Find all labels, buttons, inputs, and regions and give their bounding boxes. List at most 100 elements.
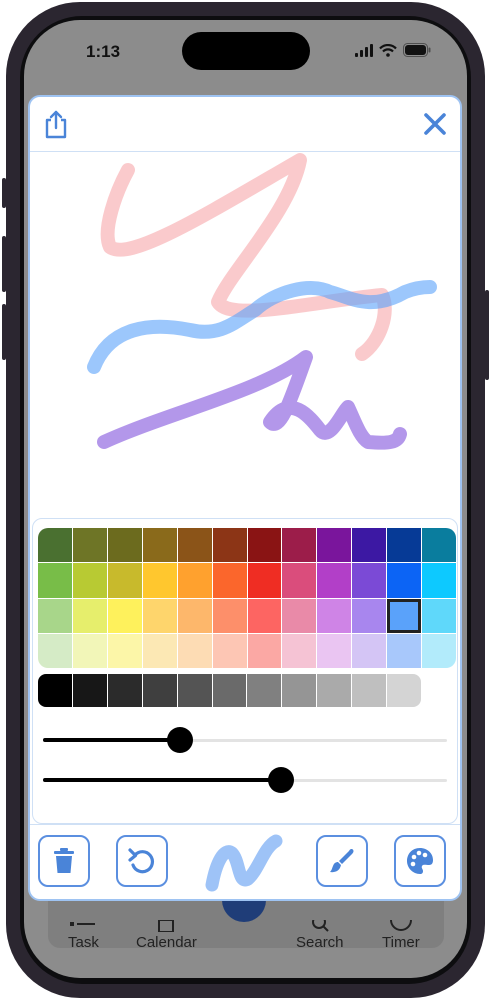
color-swatch[interactable] xyxy=(352,598,387,633)
brush-button[interactable] xyxy=(316,835,368,887)
color-swatch[interactable] xyxy=(387,633,422,668)
drawing-sheet xyxy=(28,95,462,901)
palette-icon xyxy=(407,848,433,874)
color-swatch[interactable] xyxy=(107,528,142,563)
drawing-header xyxy=(30,97,460,152)
timer-icon xyxy=(389,920,412,931)
color-swatch[interactable] xyxy=(142,633,177,668)
slider-fill xyxy=(43,738,181,742)
color-swatch[interactable] xyxy=(317,633,352,668)
color-swatch[interactable] xyxy=(177,528,212,563)
palette-button[interactable] xyxy=(394,835,446,887)
wifi-icon xyxy=(379,43,397,57)
color-swatch[interactable] xyxy=(107,633,142,668)
background-tab-timer: Timer xyxy=(382,920,420,951)
color-swatch[interactable] xyxy=(212,598,247,633)
dynamic-island xyxy=(182,32,310,70)
stroke-purple xyxy=(97,350,407,450)
background-tab-search: Search xyxy=(296,920,344,951)
undo-button[interactable] xyxy=(116,835,168,887)
color-swatch[interactable] xyxy=(212,528,247,563)
battery-icon xyxy=(403,43,431,57)
color-swatch[interactable] xyxy=(107,563,142,598)
color-swatch[interactable] xyxy=(212,563,247,598)
color-swatch[interactable] xyxy=(38,598,72,633)
share-button[interactable] xyxy=(42,109,70,139)
color-swatch[interactable] xyxy=(72,598,107,633)
close-button[interactable] xyxy=(422,111,448,137)
color-swatch[interactable] xyxy=(72,563,107,598)
color-swatch[interactable] xyxy=(72,633,107,668)
color-swatch[interactable] xyxy=(422,633,456,668)
color-swatch[interactable] xyxy=(282,633,317,668)
gray-swatch[interactable] xyxy=(352,674,387,707)
background-tab-task: Task xyxy=(68,920,99,951)
color-swatch[interactable] xyxy=(317,563,352,598)
drawing-toolbar xyxy=(30,824,460,899)
color-swatch[interactable] xyxy=(38,528,72,563)
slider-thumb[interactable] xyxy=(167,727,194,753)
drawing-canvas[interactable] xyxy=(30,152,460,518)
color-swatch[interactable] xyxy=(177,598,212,633)
color-swatch[interactable] xyxy=(38,633,72,668)
gray-swatch[interactable] xyxy=(212,674,247,707)
gray-swatches xyxy=(38,674,421,707)
status-time: 1:13 xyxy=(86,42,121,61)
color-swatch[interactable] xyxy=(352,528,387,563)
gray-swatch[interactable] xyxy=(142,674,177,707)
color-swatch[interactable] xyxy=(422,598,456,633)
color-swatch[interactable] xyxy=(282,598,317,633)
color-swatch[interactable] xyxy=(247,528,282,563)
gray-swatch[interactable] xyxy=(177,674,212,707)
gray-swatch[interactable] xyxy=(247,674,282,707)
power-button xyxy=(485,290,489,380)
stroke-width-slider[interactable] xyxy=(43,725,447,755)
gray-swatch[interactable] xyxy=(107,674,142,707)
task-icon xyxy=(70,922,96,926)
color-swatch[interactable] xyxy=(38,563,72,598)
color-swatch[interactable] xyxy=(282,563,317,598)
color-swatch[interactable] xyxy=(72,528,107,563)
color-swatch[interactable] xyxy=(282,528,317,563)
background-tab-label: Calendar xyxy=(136,934,197,951)
gray-swatch[interactable] xyxy=(317,674,352,707)
color-swatch[interactable] xyxy=(107,598,142,633)
color-swatch[interactable] xyxy=(422,528,456,563)
color-swatch[interactable] xyxy=(317,598,352,633)
status-bar: 1:13 xyxy=(24,20,467,84)
gray-swatch[interactable] xyxy=(38,674,72,707)
color-swatch-selected[interactable] xyxy=(387,598,422,633)
slider-thumb[interactable] xyxy=(268,767,295,793)
background-tab-calendar: Calendar xyxy=(136,920,197,951)
color-swatch[interactable] xyxy=(422,563,456,598)
color-swatch[interactable] xyxy=(387,563,422,598)
opacity-slider[interactable] xyxy=(43,765,447,795)
color-swatch[interactable] xyxy=(177,563,212,598)
color-palette xyxy=(32,518,458,824)
color-swatch[interactable] xyxy=(177,633,212,668)
color-swatch[interactable] xyxy=(247,633,282,668)
color-swatch[interactable] xyxy=(212,633,247,668)
color-swatch[interactable] xyxy=(247,598,282,633)
stroke-preview-icon xyxy=(205,834,283,892)
color-swatch[interactable] xyxy=(352,633,387,668)
undo-icon xyxy=(128,848,155,874)
slider-fill xyxy=(43,778,282,782)
color-grid xyxy=(38,528,456,668)
color-swatch[interactable] xyxy=(387,528,422,563)
screen: Task Calendar Search Timer 1:13 xyxy=(24,20,467,978)
color-swatch[interactable] xyxy=(247,563,282,598)
gray-swatch[interactable] xyxy=(72,674,107,707)
pen-preview[interactable] xyxy=(202,829,286,897)
color-swatch[interactable] xyxy=(142,598,177,633)
gray-swatch[interactable] xyxy=(282,674,317,707)
gray-swatch[interactable] xyxy=(387,674,421,707)
phone-frame: Task Calendar Search Timer 1:13 xyxy=(0,0,491,1000)
color-swatch[interactable] xyxy=(142,563,177,598)
volume-down-button xyxy=(2,304,6,360)
trash-button[interactable] xyxy=(38,835,90,887)
color-swatch[interactable] xyxy=(142,528,177,563)
color-swatch[interactable] xyxy=(317,528,352,563)
trash-icon xyxy=(54,848,74,873)
color-swatch[interactable] xyxy=(352,563,387,598)
